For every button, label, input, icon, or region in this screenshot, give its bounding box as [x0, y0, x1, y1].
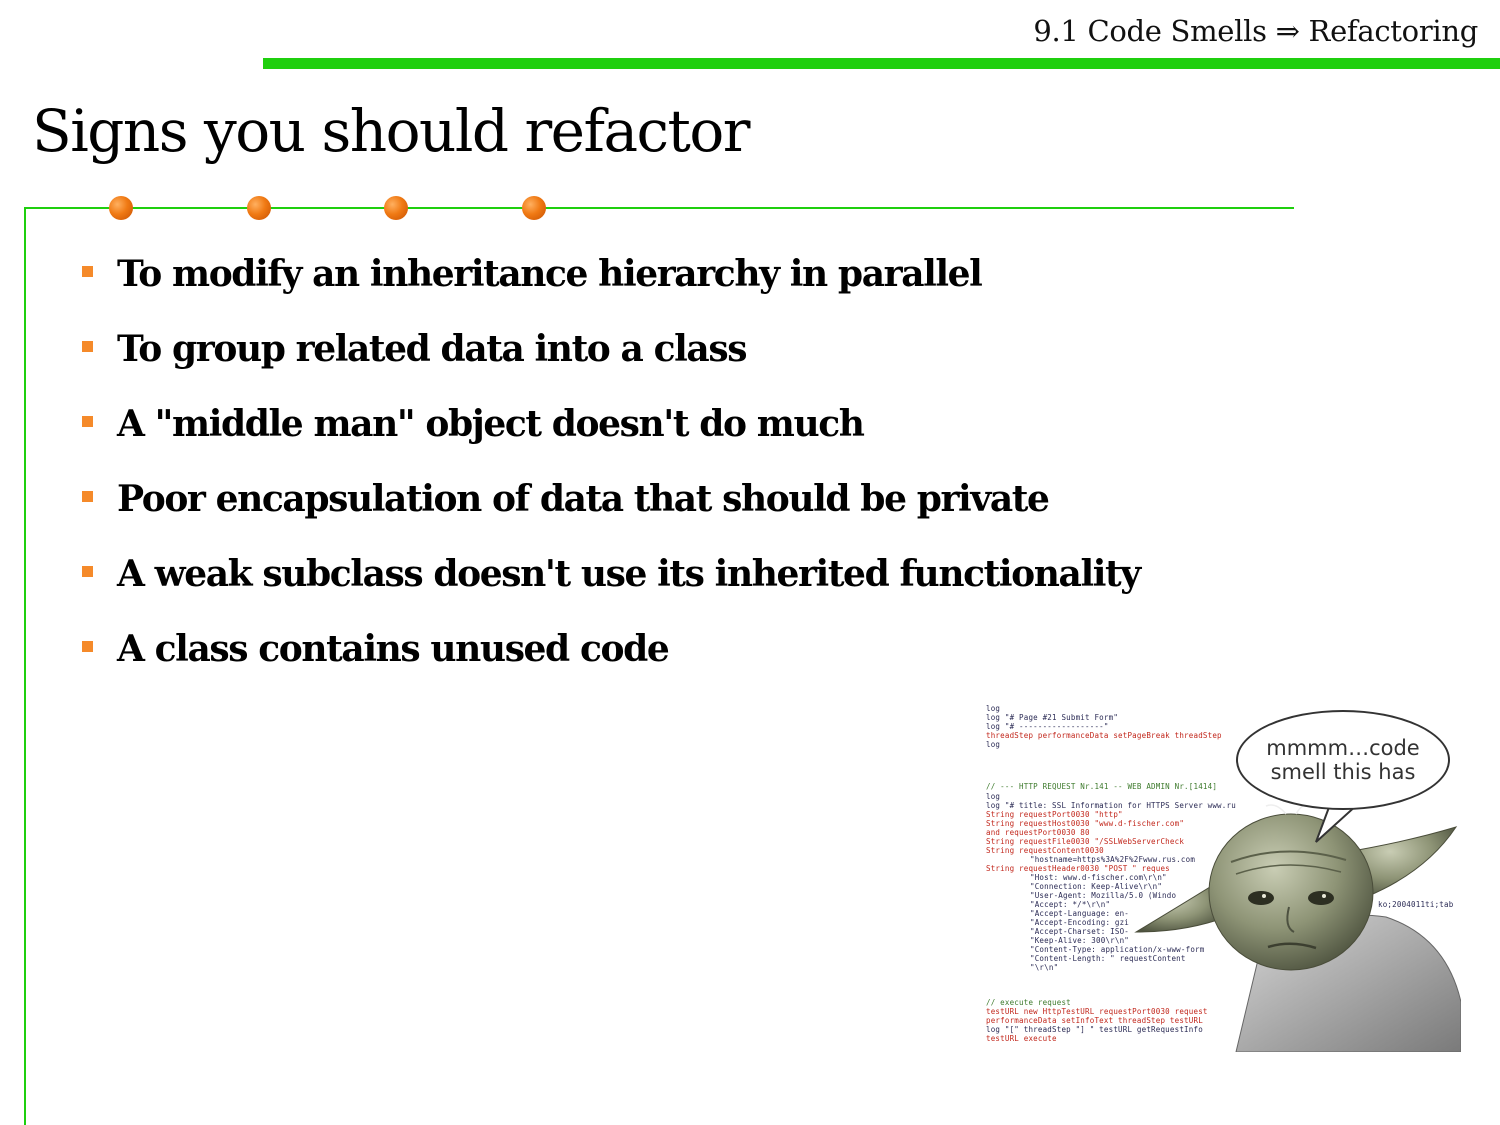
bullet-text: A class contains unused code — [117, 628, 670, 670]
decorative-dot — [522, 196, 546, 220]
speech-line: smell this has — [1270, 760, 1416, 784]
bullet-text: A weak subclass doesn't use its inherite… — [117, 553, 1141, 595]
square-bullet-icon — [82, 641, 93, 652]
bullet-item: A "middle man" object doesn't do much — [82, 398, 1140, 473]
speech-bubble-text: mmmm…code smell this has — [1238, 736, 1448, 784]
decorative-dot — [384, 196, 408, 220]
square-bullet-icon — [82, 491, 93, 502]
decorative-dot — [247, 196, 271, 220]
bullet-text: A "middle man" object doesn't do much — [117, 403, 865, 445]
bullet-text: Poor encapsulation of data that should b… — [117, 478, 1050, 520]
bullet-list: To modify an inheritance hierarchy in pa… — [82, 248, 1141, 698]
bullet-item: To modify an inheritance hierarchy in pa… — [82, 248, 1140, 323]
square-bullet-icon — [82, 266, 93, 277]
bullet-item: A weak subclass doesn't use its inherite… — [82, 548, 1141, 623]
square-bullet-icon — [82, 416, 93, 427]
section-title: 9.1 Code Smells ⇒ Refactoring — [1033, 14, 1478, 48]
square-bullet-icon — [82, 566, 93, 577]
speech-line: mmmm…code — [1266, 736, 1420, 760]
speech-bubble: mmmm…code smell this has — [1236, 710, 1450, 810]
yoda-code-smell-image: log log "# Page #21 Submit Form" log "# … — [986, 702, 1461, 1052]
decorative-dot — [109, 196, 133, 220]
bullet-text: To group related data into a class — [117, 328, 747, 370]
header-divider — [263, 58, 1500, 69]
bullet-item: To group related data into a class — [82, 323, 1140, 398]
frame-left-line — [24, 207, 26, 1125]
bullet-text: To modify an inheritance hierarchy in pa… — [117, 253, 983, 295]
square-bullet-icon — [82, 341, 93, 352]
bullet-item: A class contains unused code — [82, 623, 1140, 698]
bullet-item: Poor encapsulation of data that should b… — [82, 473, 1140, 548]
slide-title: Signs you should refactor — [32, 97, 750, 165]
frame-top-line — [24, 207, 1294, 209]
